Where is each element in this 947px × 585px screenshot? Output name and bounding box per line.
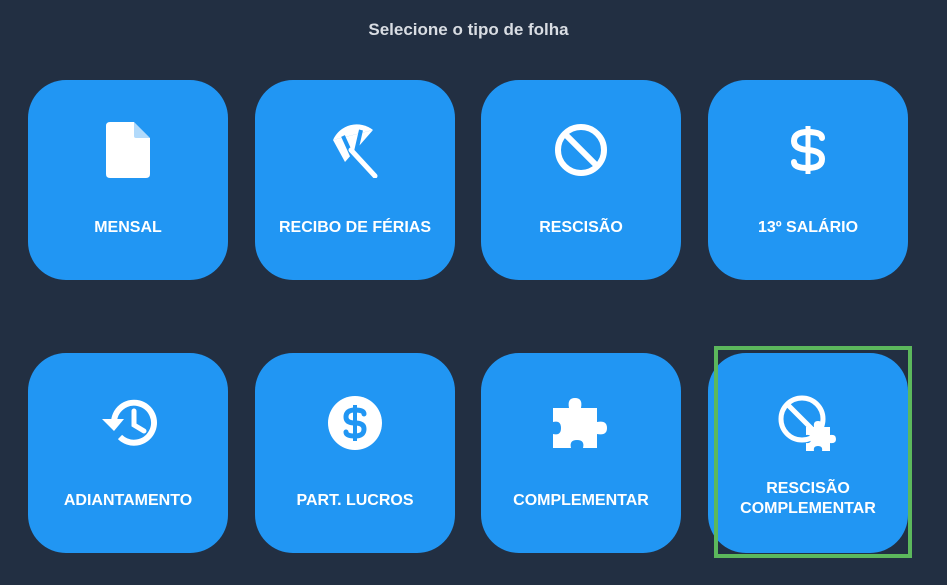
card-label: PART. LUCROS: [296, 492, 414, 509]
card-label-line2: COMPLEMENTAR: [740, 500, 876, 517]
card-label: 13º SALÁRIO: [757, 219, 859, 236]
card-label: COMPLEMENTAR: [513, 492, 649, 509]
card-label: ADIANTAMENTO: [63, 492, 193, 509]
card-label: RESCISÃO COMPLEMENTAR: [708, 479, 908, 519]
card-part-lucros[interactable]: PART. LUCROS: [255, 353, 455, 553]
file-icon: [28, 118, 228, 182]
card-label-line1: RESCISÃO: [766, 480, 850, 497]
beach-umbrella-icon: [255, 118, 455, 182]
card-rescisao[interactable]: RESCISÃO: [481, 80, 681, 280]
card-complementar[interactable]: COMPLEMENTAR: [481, 353, 681, 553]
ban-puzzle-icon: [708, 391, 908, 455]
card-label: RESCISÃO: [539, 219, 623, 236]
card-rescisao-complementar[interactable]: RESCISÃO COMPLEMENTAR: [708, 353, 908, 553]
page-title: Selecione o tipo de folha: [368, 20, 569, 39]
card-13-salario[interactable]: 13º SALÁRIO: [708, 80, 908, 280]
card-label: MENSAL: [94, 219, 162, 236]
card-recibo-ferias[interactable]: RECIBO DE FÉRIAS: [255, 80, 455, 280]
ban-icon: [481, 118, 681, 182]
history-icon: [28, 391, 228, 455]
puzzle-icon: [481, 391, 681, 455]
card-adiantamento[interactable]: ADIANTAMENTO: [28, 353, 228, 553]
dollar-icon: [708, 118, 908, 182]
dollar-circle-icon: [255, 391, 455, 455]
card-label: RECIBO DE FÉRIAS: [278, 219, 431, 236]
folha-type-selector: Selecione o tipo de folha MENSAL RECIBO …: [0, 0, 947, 585]
card-mensal[interactable]: MENSAL: [28, 80, 228, 280]
